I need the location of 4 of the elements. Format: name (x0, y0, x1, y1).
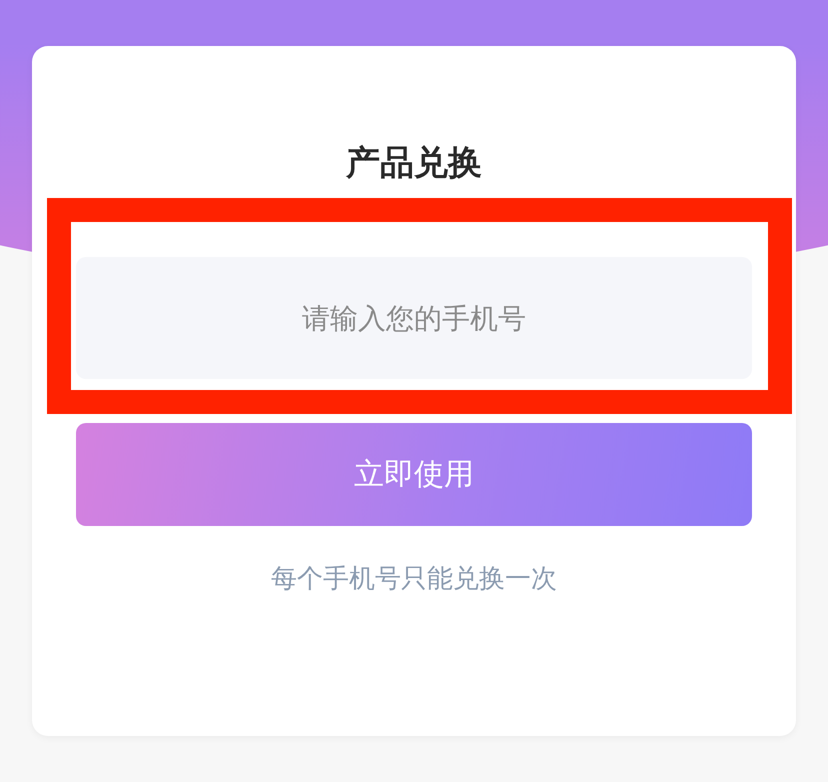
use-now-button[interactable]: 立即使用 (76, 423, 752, 526)
page-title: 产品兑换 (344, 143, 483, 183)
hint-text: 每个手机号只能兑换一次 (270, 563, 558, 596)
phone-input-field[interactable]: 请输入您的手机号 (76, 257, 752, 379)
